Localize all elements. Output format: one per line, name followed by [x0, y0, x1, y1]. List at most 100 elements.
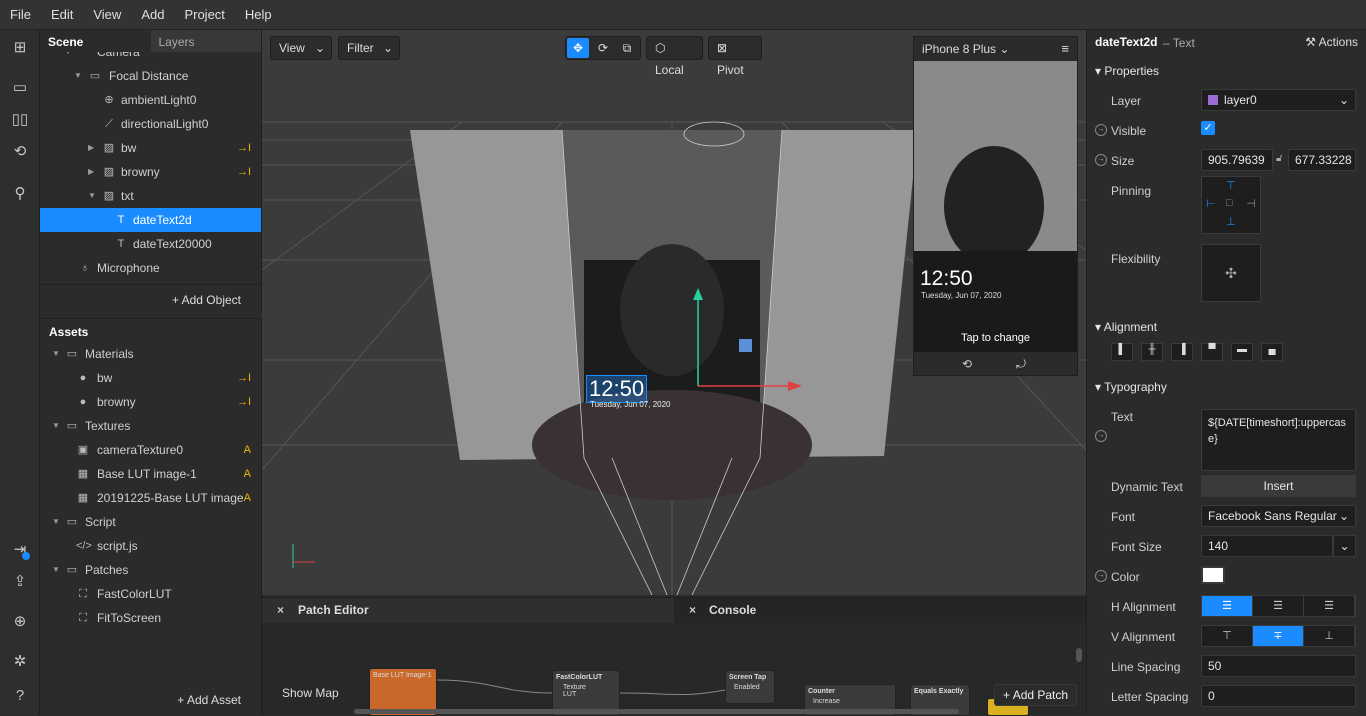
- tab-patch-editor[interactable]: Patch Editor: [298, 598, 369, 623]
- tree-item-datetext2d[interactable]: TdateText2d: [40, 208, 261, 232]
- h-align-right-icon[interactable]: ☰: [1304, 596, 1355, 616]
- v-align-bottom-icon[interactable]: ⊥: [1304, 626, 1355, 646]
- asset-item-browny[interactable]: ● browny →I: [40, 390, 261, 414]
- menu-help[interactable]: Help: [235, 7, 282, 22]
- actions-button[interactable]: ⚒ Actions: [1305, 35, 1358, 49]
- tab-console[interactable]: Console: [709, 598, 756, 623]
- restart-icon[interactable]: ⤾: [1016, 357, 1026, 372]
- device-screen[interactable]: 12:50 Tuesday, Jun 07, 2020 Tap to chang…: [914, 61, 1077, 352]
- size-height-input[interactable]: 677.33228: [1288, 149, 1356, 171]
- tree-item-microphone[interactable]: ♁ Microphone: [40, 256, 261, 280]
- menu-edit[interactable]: Edit: [41, 7, 83, 22]
- asset-item-base-lut[interactable]: ▦ Base LUT image-1 A: [40, 462, 261, 486]
- layout-icon[interactable]: ⊞: [10, 38, 30, 58]
- move-tool-icon[interactable]: ✥: [567, 38, 589, 58]
- tree-item-datetext20000[interactable]: TdateText20000: [40, 232, 261, 256]
- add-patch-button[interactable]: + Add Patch: [994, 684, 1078, 706]
- asset-item-script[interactable]: </> script.js: [40, 534, 261, 558]
- asset-item-fittoscreen[interactable]: ⛶ FitToScreen: [40, 606, 261, 630]
- vertical-scrollbar[interactable]: [1076, 648, 1082, 662]
- align-top-icon[interactable]: ▀: [1201, 343, 1223, 361]
- asset-item-lut-2019[interactable]: ▦ 20191225-Base LUT image A: [40, 486, 261, 510]
- local-toggle[interactable]: ⬡ Local: [646, 36, 703, 77]
- pivot-icon: ⊠: [717, 41, 728, 55]
- font-size-chevron-icon[interactable]: ⌄: [1333, 535, 1356, 557]
- asset-folder-textures[interactable]: ▼ ▭ Textures: [40, 414, 261, 438]
- view-dropdown[interactable]: View ⌄: [270, 36, 332, 60]
- patch-arrow-icon[interactable]: →: [1095, 570, 1107, 582]
- size-width-input[interactable]: 905.79639: [1201, 149, 1273, 171]
- asset-folder-script[interactable]: ▼ ▭ Script: [40, 510, 261, 534]
- close-icon[interactable]: ×: [277, 598, 284, 623]
- tree-item-camera[interactable]: ▼Camera: [40, 52, 261, 64]
- font-size-input[interactable]: 140: [1201, 535, 1333, 557]
- video-icon[interactable]: ▭: [10, 78, 30, 98]
- pinning-widget[interactable]: ⊤ ⊢ □ ⊣ ⊥: [1201, 176, 1261, 234]
- patch-arrow-icon[interactable]: →: [1095, 154, 1107, 166]
- viewport-clock-text[interactable]: 12:50: [586, 375, 648, 403]
- menu-add[interactable]: Add: [131, 7, 174, 22]
- menu-icon[interactable]: ≡: [1061, 41, 1069, 56]
- search-icon[interactable]: ⚲: [10, 184, 30, 204]
- letter-spacing-input[interactable]: 0: [1201, 685, 1356, 707]
- insert-button[interactable]: Insert: [1201, 475, 1356, 497]
- menu-project[interactable]: Project: [174, 7, 234, 22]
- patch-arrow-icon[interactable]: →: [1095, 124, 1107, 136]
- menu-view[interactable]: View: [83, 7, 131, 22]
- asset-item-bw[interactable]: ● bw →I: [40, 366, 261, 390]
- patch-arrow-icon[interactable]: →: [1095, 430, 1107, 442]
- refresh-icon[interactable]: ⟲: [10, 142, 30, 162]
- section-properties[interactable]: ▾ Properties: [1095, 64, 1159, 78]
- rotate-tool-icon[interactable]: ⟳: [593, 37, 613, 59]
- tree-item-browny[interactable]: ▶ ▨ browny →I: [40, 160, 261, 184]
- device-dropdown[interactable]: iPhone 8 Plus ⌄: [922, 42, 1009, 56]
- align-bottom-icon[interactable]: ▄: [1261, 343, 1283, 361]
- v-align-middle-icon[interactable]: ∓: [1253, 626, 1304, 646]
- horizontal-scrollbar[interactable]: [354, 709, 959, 714]
- section-typography[interactable]: ▾ Typography: [1095, 380, 1167, 394]
- asset-folder-patches[interactable]: ▼ ▭ Patches: [40, 558, 261, 582]
- share-icon[interactable]: ⇪: [10, 572, 30, 592]
- line-spacing-input[interactable]: 50: [1201, 655, 1356, 677]
- bug-icon[interactable]: ✲: [10, 652, 30, 672]
- assets-title: Assets: [49, 325, 89, 339]
- add-panel-icon[interactable]: ⊕: [10, 612, 30, 632]
- text-input[interactable]: ${DATE[timeshort]:uppercase}: [1201, 409, 1356, 471]
- menu-file[interactable]: File: [0, 7, 41, 22]
- tree-item-ambient-light[interactable]: ⊕ ambientLight0: [40, 88, 261, 112]
- close-icon[interactable]: ×: [689, 598, 696, 623]
- tree-item-bw[interactable]: ▶ ▨ bw →I: [40, 136, 261, 160]
- tree-item-txt[interactable]: ▼ ▨ txt: [40, 184, 261, 208]
- show-map-button[interactable]: Show Map: [282, 686, 339, 700]
- h-align-left-icon[interactable]: ☰: [1202, 596, 1253, 616]
- scale-tool-icon[interactable]: ⧉: [617, 37, 637, 59]
- v-align-top-icon[interactable]: ⊤: [1202, 626, 1253, 646]
- h-align-center-icon[interactable]: ☰: [1253, 596, 1304, 616]
- pivot-toggle[interactable]: ⊠ Pivot: [708, 36, 762, 77]
- color-swatch[interactable]: [1201, 566, 1225, 584]
- node-screen-tap[interactable]: Screen Tap Enabled: [725, 670, 775, 704]
- flexibility-widget[interactable]: ✣: [1201, 244, 1261, 302]
- asset-item-fastcolorlut[interactable]: ⛶ FastColorLUT: [40, 582, 261, 606]
- section-alignment[interactable]: ▾ Alignment: [1095, 320, 1157, 334]
- asset-folder-materials[interactable]: ▼ ▭ Materials: [40, 342, 261, 366]
- tree-item-focal-distance[interactable]: ▼ ▭ Focal Distance: [40, 64, 261, 88]
- filter-dropdown[interactable]: Filter ⌄: [338, 36, 400, 60]
- tab-layers[interactable]: Layers: [150, 30, 261, 52]
- add-asset-button[interactable]: + Add Asset: [177, 693, 241, 707]
- rotate-device-icon[interactable]: ⟲: [962, 357, 972, 371]
- help-icon[interactable]: ?: [10, 686, 30, 706]
- align-middle-icon[interactable]: ▬: [1231, 343, 1253, 361]
- visible-checkbox[interactable]: ✓: [1201, 121, 1215, 135]
- align-center-icon[interactable]: ╫: [1141, 343, 1163, 361]
- lock-icon[interactable]: 🔓︎: [1276, 153, 1282, 164]
- add-object-button[interactable]: + Add Object: [172, 293, 241, 307]
- tab-scene[interactable]: Scene: [40, 30, 151, 52]
- asset-item-camera-texture[interactable]: ▣ cameraTexture0 A: [40, 438, 261, 462]
- font-dropdown[interactable]: Facebook Sans Regular ⌄: [1201, 505, 1356, 527]
- pause-icon[interactable]: ▯▯: [10, 110, 30, 130]
- tree-item-directional-light[interactable]: ⟋ directionalLight0: [40, 112, 261, 136]
- align-right-icon[interactable]: ▐: [1171, 343, 1193, 361]
- align-left-icon[interactable]: ▌: [1111, 343, 1133, 361]
- layer-dropdown[interactable]: layer0 ⌄: [1201, 89, 1356, 111]
